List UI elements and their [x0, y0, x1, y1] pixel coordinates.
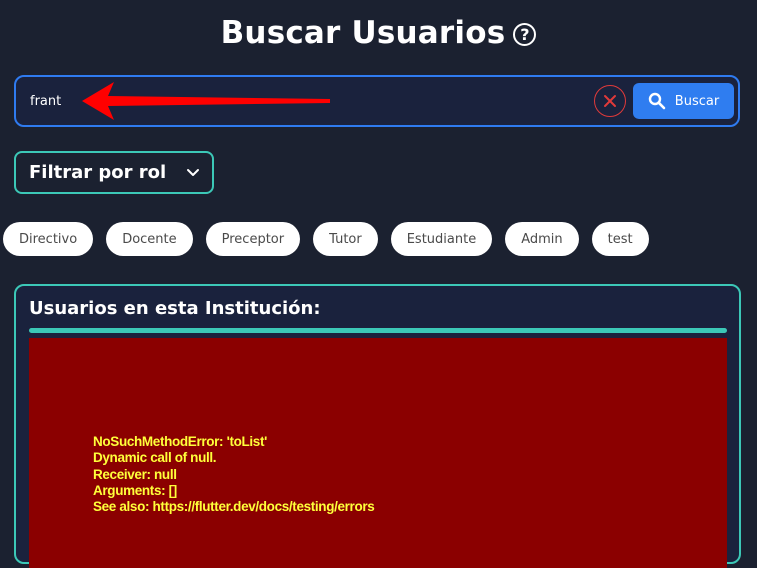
role-chip-test[interactable]: test [591, 222, 649, 256]
error-line: See also: https://flutter.dev/docs/testi… [93, 499, 375, 515]
error-line: NoSuchMethodError: 'toList' [93, 434, 267, 449]
role-chip-directivo[interactable]: Directivo [3, 222, 94, 256]
annotation-arrow-icon [82, 82, 330, 120]
page-header: Buscar Usuarios ? [0, 12, 757, 54]
search-button[interactable]: Buscar [633, 83, 734, 119]
role-chip-admin[interactable]: Admin [505, 222, 579, 256]
search-icon [648, 92, 666, 110]
error-line: Dynamic call of null. [93, 450, 217, 466]
chevron-down-icon [187, 168, 199, 176]
search-button-label: Buscar [674, 93, 720, 109]
help-icon[interactable]: ? [513, 22, 537, 46]
users-card: Usuarios en esta Institución: NoSuchMeth… [14, 284, 741, 568]
role-chip-docente[interactable]: Docente [106, 222, 193, 256]
error-panel: NoSuchMethodError: 'toList' Dynamic call… [29, 338, 727, 568]
role-filter-label: Filtrar por rol [29, 162, 167, 183]
role-chip-tutor[interactable]: Tutor [313, 222, 378, 256]
clear-search-button[interactable] [594, 85, 626, 117]
error-message: NoSuchMethodError: 'toList' Dynamic call… [93, 434, 375, 515]
close-icon [604, 95, 616, 107]
role-filter-dropdown[interactable]: Filtrar por rol [14, 151, 214, 194]
role-chip-estudiante[interactable]: Estudiante [390, 222, 493, 256]
error-line: Receiver: null [93, 466, 177, 482]
role-chip-preceptor[interactable]: Preceptor [205, 222, 301, 256]
card-divider [29, 328, 727, 333]
page-title: Buscar Usuarios [220, 15, 506, 51]
role-chips: Directivo Docente Preceptor Tutor Estudi… [3, 222, 649, 256]
users-card-title: Usuarios en esta Institución: [29, 298, 321, 319]
error-line: Arguments: [] [93, 482, 177, 498]
